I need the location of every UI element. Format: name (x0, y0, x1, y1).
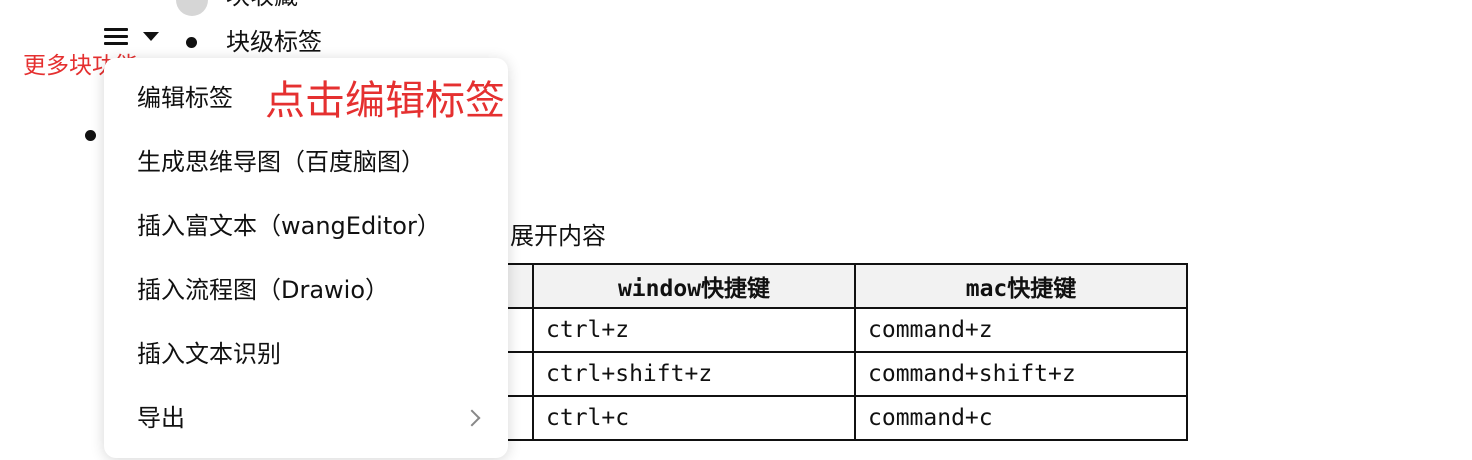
block-tag-label: 块级标签 (226, 28, 322, 56)
expand-content-label: 展开内容 (510, 222, 606, 250)
table-header-row: window快捷键 mac快捷键 (440, 263, 1188, 309)
block-collect-label: 块收藏 (226, 0, 298, 12)
block-menu-trigger[interactable] (102, 24, 166, 52)
table-cell: ctrl+shift+z (532, 351, 856, 397)
menu-item-insert-flowchart[interactable]: 插入流程图（Drawio） (104, 258, 508, 322)
document-page: 块收藏 块级标签 更多块功能 展开内容 window快捷键 mac快捷键 ctr… (0, 0, 1472, 460)
table-header-cell: window快捷键 (532, 263, 856, 309)
block-collect-icon[interactable] (176, 0, 208, 16)
table-row: ctrl+c command+c (440, 395, 1188, 441)
expand-content-text: 展开内容 (510, 220, 606, 252)
menu-item-insert-richtext[interactable]: 插入富文本（wangEditor） (104, 194, 508, 258)
table-cell: ctrl+c (532, 395, 856, 441)
list-bullet (186, 37, 197, 48)
menu-icon (104, 28, 130, 48)
table-row: ctrl+shift+z command+shift+z (440, 351, 1188, 397)
table-header-cell: mac快捷键 (854, 263, 1188, 309)
annotation-edit-tag: 点击编辑标签 (265, 78, 505, 124)
table-cell: command+z (854, 307, 1188, 353)
table-row: ctrl+z command+z (440, 307, 1188, 353)
menu-item-export-label: 导出 (137, 404, 185, 432)
caret-down-icon (143, 32, 159, 41)
table-cell: command+shift+z (854, 351, 1188, 397)
list-bullet (85, 130, 96, 141)
chevron-right-icon (463, 409, 481, 427)
menu-item-generate-mindmap[interactable]: 生成思维导图（百度脑图） (104, 130, 508, 194)
shortcut-table: window快捷键 mac快捷键 ctrl+z command+z ctrl+s… (440, 263, 1188, 441)
menu-item-insert-ocr[interactable]: 插入文本识别 (104, 322, 508, 386)
menu-item-export[interactable]: 导出 (104, 386, 508, 450)
table-cell: ctrl+z (532, 307, 856, 353)
table-cell: command+c (854, 395, 1188, 441)
